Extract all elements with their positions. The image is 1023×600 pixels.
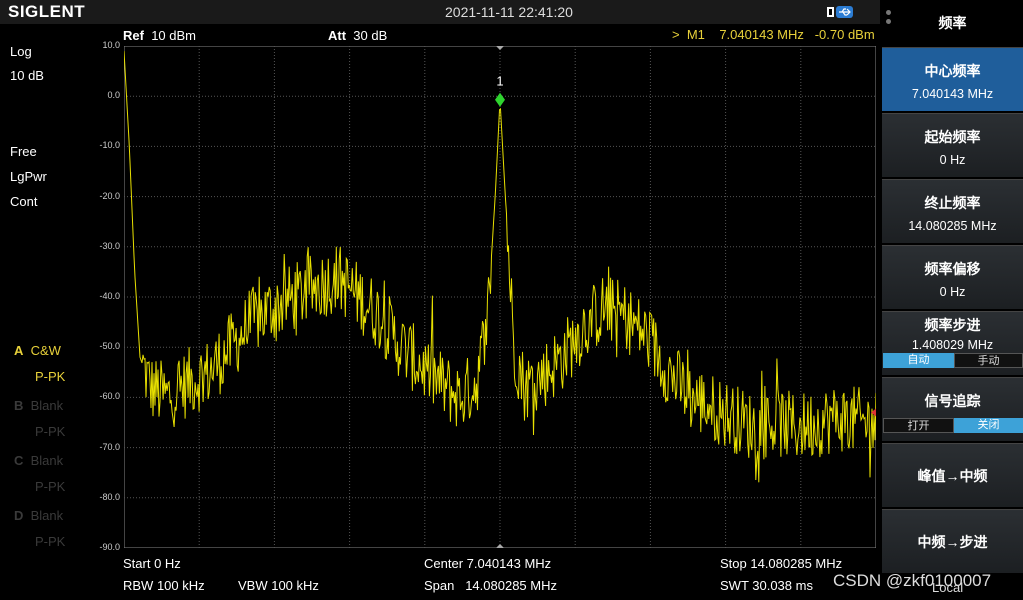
y-tick-label: -90.0	[99, 542, 120, 552]
peak-to-center-button[interactable]: 峰值→中频	[882, 443, 1023, 507]
track-on-toggle[interactable]: 打开	[883, 418, 954, 433]
ref-label: Ref	[123, 28, 144, 43]
sweep-time[interactable]: SWT 30.038 ms	[720, 578, 813, 593]
y-tick-label: -50.0	[99, 341, 120, 352]
y-tick-label: -60.0	[99, 391, 120, 402]
trace-b[interactable]: B Blank	[14, 398, 63, 413]
detector-mode[interactable]: LgPwr	[10, 169, 47, 184]
ref-value: 10 dBm	[151, 28, 196, 43]
usb-icon	[827, 6, 853, 18]
y-tick-label: -80.0	[99, 491, 120, 502]
y-tick-label: 10.0	[102, 40, 120, 50]
y-tick-label: -70.0	[99, 441, 120, 452]
marker-label: 1	[496, 74, 503, 89]
trace-c[interactable]: C Blank	[14, 453, 63, 468]
marker-readout: > M1 7.040143 MHz -0.70 dBm	[672, 27, 875, 42]
peak-to-center-label: 峰值→中频	[917, 468, 988, 484]
trace-a-detect: P-PK	[35, 369, 66, 384]
trace-b-letter: B	[14, 398, 24, 413]
att-label: Att	[328, 28, 347, 43]
stop-freq-value: 14.080285 MHz	[908, 219, 997, 233]
freq-step-value: 1.408029 MHz	[911, 338, 994, 352]
vbw[interactable]: VBW 100 kHz	[238, 578, 319, 593]
watermark: CSDN @zkf0100007	[833, 571, 992, 590]
trace-a-mode: C&W	[30, 343, 61, 358]
y-tick-label: 0.0	[107, 90, 120, 101]
trace-d-mode: Blank	[30, 508, 64, 523]
y-tick-label: -10.0	[99, 140, 120, 151]
trace-d-detect: P-PK	[35, 534, 66, 549]
freq-step-button[interactable]: 频率步进 1.408029 MHz 自动 手动	[882, 311, 1023, 375]
attenuation[interactable]: Att 30 dB	[328, 28, 387, 43]
step-manual-toggle[interactable]: 手动	[954, 353, 1023, 368]
center-freq-label: 中心频率	[924, 63, 981, 79]
top-status-bar	[0, 0, 880, 24]
center-freq-value: 7.040143 MHz	[911, 87, 994, 101]
att-value: 30 dB	[353, 28, 388, 43]
spectrum-plot[interactable]: 1	[124, 46, 876, 548]
signal-track-label: 信号追踪	[924, 393, 981, 409]
trace-b-mode: Blank	[30, 398, 64, 413]
freq-offset-label: 频率偏移	[924, 261, 981, 277]
trace-d-letter: D	[14, 508, 24, 523]
trace-c-mode: Blank	[30, 453, 64, 468]
trace-c-detect: P-PK	[35, 479, 66, 494]
center-freq[interactable]: Center 7.040143 MHz	[424, 556, 551, 571]
trace-a[interactable]: A C&W	[14, 343, 61, 358]
span[interactable]: Span 14.080285 MHz	[424, 578, 557, 593]
track-off-toggle[interactable]: 关闭	[954, 418, 1023, 433]
step-auto-toggle[interactable]: 自动	[883, 353, 954, 368]
start-freq[interactable]: Start 0 Hz	[123, 556, 181, 571]
ref-level[interactable]: Ref 10 dBm	[123, 28, 196, 43]
trace-a-letter: A	[14, 343, 24, 358]
y-tick-label: -40.0	[99, 291, 120, 301]
stop-freq-button[interactable]: 终止频率 14.080285 MHz	[882, 179, 1023, 243]
freq-offset-button[interactable]: 频率偏移 0 Hz	[882, 245, 1023, 309]
brand-logo: SIGLENT	[8, 2, 86, 21]
rbw[interactable]: RBW 100 kHz	[123, 578, 205, 593]
datetime: 2021-11-11 22:41:20	[445, 4, 573, 20]
center-freq-button[interactable]: 中心频率 7.040143 MHz	[882, 47, 1023, 111]
y-tick-label: -20.0	[99, 190, 120, 201]
start-freq-button[interactable]: 起始频率 0 Hz	[882, 113, 1023, 177]
menu-title: 频率	[938, 15, 967, 31]
scale-div[interactable]: 10 dB	[10, 68, 44, 83]
stop-freq[interactable]: Stop 14.080285 MHz	[720, 556, 842, 571]
softkey-menu: 频率 中心频率 7.040143 MHz 起始频率 0 Hz 终止频率 14.0…	[880, 0, 1023, 600]
start-freq-label: 起始频率	[924, 129, 981, 145]
sweep-mode[interactable]: Cont	[10, 194, 37, 209]
trigger-mode[interactable]: Free	[10, 144, 37, 159]
trace-c-letter: C	[14, 453, 24, 468]
scale-type[interactable]: Log	[10, 44, 32, 59]
trace-b-detect: P-PK	[35, 424, 66, 439]
freq-offset-value: 0 Hz	[939, 285, 966, 299]
stop-freq-label: 终止频率	[924, 195, 981, 211]
trace-d[interactable]: D Blank	[14, 508, 63, 523]
center-to-step-button[interactable]: 中频→步进	[882, 509, 1023, 573]
center-to-step-label: 中频→步进	[917, 534, 988, 550]
y-tick-label: -30.0	[99, 240, 120, 251]
freq-step-label: 频率步进	[924, 317, 981, 333]
signal-track-button[interactable]: 信号追踪 打开 关闭	[882, 377, 1023, 441]
start-freq-value: 0 Hz	[939, 153, 966, 167]
